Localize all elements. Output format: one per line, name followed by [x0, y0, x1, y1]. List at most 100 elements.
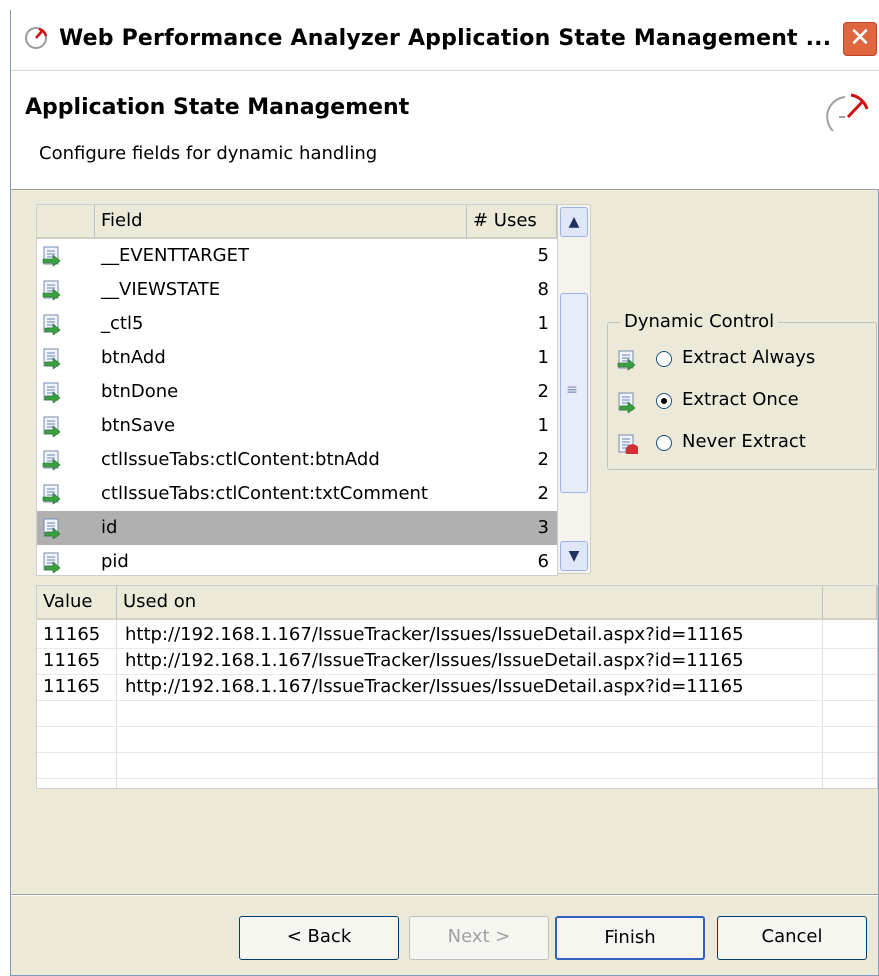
table-row[interactable]: __EVENTTARGET 5	[37, 239, 557, 273]
finish-button[interactable]: Finish	[555, 916, 705, 960]
row-icon-cell	[41, 551, 63, 574]
row-icon-cell	[41, 313, 63, 336]
row-icon-cell	[41, 279, 63, 301]
gauge-icon	[826, 93, 869, 132]
dynamic-control-group: Dynamic Control Extract Always Extract On…	[607, 311, 877, 470]
page-subtitle: Configure fields for dynamic handling	[39, 143, 378, 164]
option-icon-cell	[616, 349, 638, 371]
field-name: pid	[101, 551, 129, 572]
table-row[interactable]: btnDone 2	[37, 375, 557, 409]
extract-always-icon	[42, 280, 61, 301]
extract-always-icon	[617, 350, 636, 371]
uses-count: 1	[537, 313, 549, 334]
table-row[interactable]: btnAdd 1	[37, 341, 557, 375]
thumb-grip-icon: ≡	[566, 382, 578, 398]
table-row[interactable]: ctlIssueTabs:ctlContent:btnAdd 2	[37, 443, 557, 477]
table-row[interactable]: id 3	[37, 511, 557, 545]
extract-once-icon	[43, 382, 61, 404]
app-gauge-icon	[25, 27, 48, 49]
field-name: btnAdd	[101, 347, 166, 368]
table-row[interactable]: 11165 http://192.168.1.167/IssueTracker/I…	[37, 674, 877, 701]
table-row[interactable]: _ctl5 1	[37, 307, 557, 341]
dynamic-control-legend: Dynamic Control	[620, 311, 779, 332]
row-icon-cell	[41, 449, 63, 471]
back-button[interactable]: < Back	[239, 916, 399, 960]
radio-option[interactable]: Extract Always	[616, 345, 866, 375]
row-icon-cell	[41, 483, 63, 505]
extract-once-icon	[43, 518, 61, 540]
table-row[interactable]: 11165 http://192.168.1.167/IssueTracker/I…	[37, 648, 877, 675]
table-row[interactable]: 11165 http://192.168.1.167/IssueTracker/I…	[37, 622, 877, 649]
uses-column-header[interactable]: # Uses	[467, 205, 557, 239]
extract-once-icon	[43, 416, 61, 438]
uses-count: 6	[537, 551, 549, 572]
radio-label: Extract Once	[682, 389, 799, 410]
table-row	[37, 726, 877, 753]
used-on-cell: http://192.168.1.167/IssueTracker/Issues…	[125, 676, 744, 697]
field-table-scrollbar[interactable]: ▲ ≡ ▼	[557, 204, 591, 574]
table-row[interactable]: btnSave 1	[37, 409, 557, 443]
table-row[interactable]: pid 6	[37, 545, 557, 575]
radio-option[interactable]: Never Extract	[616, 429, 866, 459]
page-title: Application State Management	[25, 95, 410, 120]
field-name: btnDone	[101, 381, 179, 402]
scroll-up-button[interactable]: ▲	[560, 207, 588, 237]
value-table: Value Used on 11165 http://192.168.1.167/…	[36, 585, 878, 789]
window-title: Web Performance Analyzer Application Sta…	[59, 26, 832, 51]
extract-once-icon	[43, 348, 61, 370]
button-separator	[11, 894, 878, 896]
field-name: __VIEWSTATE	[101, 279, 221, 300]
radio-option[interactable]: Extract Once	[616, 387, 866, 417]
cancel-button[interactable]: Cancel	[717, 916, 867, 960]
uses-count: 8	[537, 279, 549, 300]
uses-count: 2	[537, 381, 549, 402]
value-column-header[interactable]: Value	[37, 586, 117, 620]
used-on-cell: http://192.168.1.167/IssueTracker/Issues…	[125, 624, 744, 645]
used-on-column-header[interactable]: Used on	[117, 586, 823, 620]
filler-column-header	[823, 586, 877, 620]
value-cell: 11165	[43, 676, 101, 697]
row-icon-cell	[41, 381, 63, 404]
extract-always-icon	[42, 450, 61, 471]
field-name: ctlIssueTabs:ctlContent:txtComment	[101, 483, 428, 504]
field-name: ctlIssueTabs:ctlContent:btnAdd	[101, 449, 380, 470]
extract-once-icon	[43, 552, 61, 574]
title-bar: Web Performance Analyzer Application Sta…	[11, 10, 879, 71]
radio-button[interactable]	[656, 351, 672, 367]
radio-button[interactable]	[656, 393, 672, 409]
extract-always-icon	[42, 484, 61, 505]
uses-count: 3	[537, 517, 549, 538]
option-icon-cell	[616, 433, 638, 455]
uses-count: 5	[537, 245, 549, 266]
uses-count: 1	[537, 415, 549, 436]
close-button[interactable]: ✕	[843, 22, 877, 56]
field-name: btnSave	[101, 415, 176, 436]
uses-count: 1	[537, 347, 549, 368]
row-icon-cell	[41, 347, 63, 370]
field-name: _ctl5	[101, 313, 144, 334]
field-name: __EVENTTARGET	[101, 245, 249, 266]
uses-count: 2	[537, 483, 549, 504]
row-icon-cell	[41, 415, 63, 438]
table-row	[37, 752, 877, 779]
extract-always-icon	[42, 246, 61, 267]
value-cell: 11165	[43, 650, 101, 671]
never-extract-icon	[618, 434, 638, 454]
radio-dot	[661, 398, 667, 404]
value-cell: 11165	[43, 624, 101, 645]
next-button[interactable]: Next >	[409, 916, 549, 960]
field-name: id	[101, 517, 118, 538]
option-icon-cell	[616, 391, 638, 414]
table-row[interactable]: __VIEWSTATE 8	[37, 273, 557, 307]
wizard-header: Application State Management Configure f…	[11, 71, 879, 190]
row-icon-cell	[41, 245, 63, 267]
radio-label: Never Extract	[682, 431, 806, 452]
uses-count: 2	[537, 449, 549, 470]
radio-button[interactable]	[656, 435, 672, 451]
field-column-header[interactable]: Field	[95, 205, 467, 239]
table-row[interactable]: ctlIssueTabs:ctlContent:txtComment 2	[37, 477, 557, 511]
table-row	[37, 700, 877, 727]
icon-column-header[interactable]	[37, 205, 95, 239]
radio-label: Extract Always	[682, 347, 816, 368]
scroll-down-button[interactable]: ▼	[560, 541, 588, 571]
